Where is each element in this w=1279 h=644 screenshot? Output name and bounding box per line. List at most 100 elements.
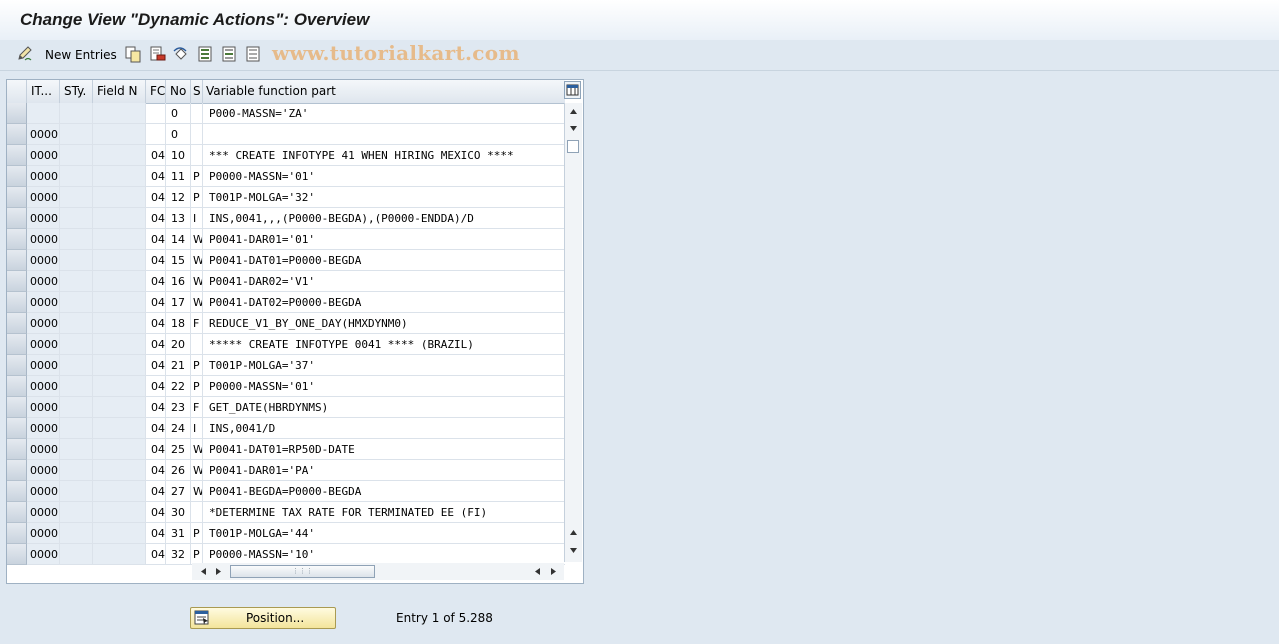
cell-number[interactable]: 11 xyxy=(166,166,191,187)
cell-infotype[interactable]: 0000 xyxy=(27,229,60,250)
cell-variable-function-part[interactable]: P0041-DAT02=P0000-BEGDA xyxy=(203,292,565,313)
row-selector[interactable] xyxy=(7,103,27,124)
table-row[interactable]: 0000 04 16 W P0041-DAR02='V1' xyxy=(7,271,565,292)
cell-function-character[interactable]: 04 xyxy=(146,397,166,418)
scroll-up-arrow-icon[interactable] xyxy=(568,106,579,117)
cell-step[interactable] xyxy=(191,145,203,166)
cell-function-character[interactable]: 04 xyxy=(146,229,166,250)
cell-step[interactable]: W xyxy=(191,481,203,502)
cell-function-character[interactable]: 04 xyxy=(146,502,166,523)
cell-function-character[interactable]: 04 xyxy=(146,208,166,229)
position-button[interactable]: Position... xyxy=(190,607,336,629)
table-row[interactable]: 0000 04 23 F GET_DATE(HBRDYNMS) xyxy=(7,397,565,418)
table-row[interactable]: 0000 04 31 P T001P-MOLGA='44' xyxy=(7,523,565,544)
cell-infotype[interactable]: 0000 xyxy=(27,250,60,271)
row-selector[interactable] xyxy=(7,313,27,334)
cell-number[interactable]: 23 xyxy=(166,397,191,418)
cell-number[interactable]: 10 xyxy=(166,145,191,166)
cell-infotype[interactable]: 0000 xyxy=(27,502,60,523)
cell-infotype[interactable]: 0000 xyxy=(27,523,60,544)
cell-number[interactable]: 32 xyxy=(166,544,191,565)
row-selector[interactable] xyxy=(7,187,27,208)
cell-subtype[interactable] xyxy=(60,292,93,313)
cell-step[interactable] xyxy=(191,334,203,355)
cell-number[interactable]: 18 xyxy=(166,313,191,334)
cell-subtype[interactable] xyxy=(60,376,93,397)
table-row[interactable]: 0000 04 26 W P0041-DAR01='PA' xyxy=(7,460,565,481)
undo-icon[interactable] xyxy=(172,45,190,63)
cell-number[interactable]: 31 xyxy=(166,523,191,544)
row-selector[interactable] xyxy=(7,418,27,439)
cell-function-character[interactable]: 04 xyxy=(146,334,166,355)
cell-variable-function-part[interactable]: P0041-DAR01='PA' xyxy=(203,460,565,481)
row-selector[interactable] xyxy=(7,376,27,397)
table-settings-icon[interactable] xyxy=(564,81,581,99)
column-header-infotype[interactable]: IT... xyxy=(27,80,60,103)
cell-variable-function-part[interactable]: P0000-MASSN='01' xyxy=(203,376,565,397)
column-header-number[interactable]: No xyxy=(166,80,191,103)
cell-step[interactable]: P xyxy=(191,376,203,397)
cell-function-character[interactable]: 04 xyxy=(146,313,166,334)
cell-number[interactable]: 16 xyxy=(166,271,191,292)
column-header-field-name[interactable]: Field N xyxy=(93,80,146,103)
column-header-subtype[interactable]: STy. xyxy=(60,80,93,103)
cell-number[interactable]: 12 xyxy=(166,187,191,208)
cell-subtype[interactable] xyxy=(60,460,93,481)
cell-function-character[interactable]: 04 xyxy=(146,481,166,502)
table-row[interactable]: 0000 04 12 P T001P-MOLGA='32' xyxy=(7,187,565,208)
header-select-all-corner[interactable] xyxy=(7,80,27,103)
cell-variable-function-part[interactable]: T001P-MOLGA='32' xyxy=(203,187,565,208)
table-row[interactable]: 0000 04 14 W P0041-DAR01='01' xyxy=(7,229,565,250)
cell-subtype[interactable] xyxy=(60,124,93,145)
scroll-far-left-arrow-icon[interactable] xyxy=(532,566,543,577)
cell-function-character[interactable]: 04 xyxy=(146,523,166,544)
cell-infotype[interactable]: 0000 xyxy=(27,292,60,313)
cell-step[interactable]: W xyxy=(191,229,203,250)
copy-icon[interactable] xyxy=(124,45,142,63)
cell-function-character[interactable]: 04 xyxy=(146,544,166,565)
table-row[interactable]: 0000 04 15 W P0041-DAT01=P0000-BEGDA xyxy=(7,250,565,271)
cell-infotype[interactable]: 0000 xyxy=(27,166,60,187)
row-selector[interactable] xyxy=(7,166,27,187)
cell-infotype[interactable]: 0000 xyxy=(27,460,60,481)
cell-number[interactable]: 0 xyxy=(166,103,191,124)
cell-number[interactable]: 22 xyxy=(166,376,191,397)
edit-pencil-icon[interactable] xyxy=(16,45,34,63)
cell-variable-function-part[interactable]: P0041-DAT01=P0000-BEGDA xyxy=(203,250,565,271)
cell-infotype[interactable]: 0000 xyxy=(27,355,60,376)
cell-variable-function-part[interactable]: P0041-DAR01='01' xyxy=(203,229,565,250)
cell-field-name[interactable] xyxy=(93,502,146,523)
cell-step[interactable]: W xyxy=(191,460,203,481)
table-row[interactable]: 0000 04 22 P P0000-MASSN='01' xyxy=(7,376,565,397)
cell-field-name[interactable] xyxy=(93,145,146,166)
cell-number[interactable]: 21 xyxy=(166,355,191,376)
table-row[interactable]: 0000 04 25 W P0041-DAT01=RP50D-DATE xyxy=(7,439,565,460)
cell-infotype[interactable]: 0000 xyxy=(27,313,60,334)
cell-field-name[interactable] xyxy=(93,523,146,544)
cell-variable-function-part[interactable] xyxy=(203,124,565,145)
vertical-scrollbar[interactable] xyxy=(564,103,582,562)
scroll-right-arrow-icon[interactable] xyxy=(213,566,224,577)
cell-subtype[interactable] xyxy=(60,208,93,229)
column-header-step[interactable]: S xyxy=(191,80,203,103)
row-selector[interactable] xyxy=(7,481,27,502)
cell-subtype[interactable] xyxy=(60,313,93,334)
column-header-variable-function-part[interactable]: Variable function part xyxy=(203,80,565,103)
cell-variable-function-part[interactable]: P0041-DAR02='V1' xyxy=(203,271,565,292)
cell-step[interactable] xyxy=(191,124,203,145)
row-selector[interactable] xyxy=(7,208,27,229)
cell-variable-function-part[interactable]: T001P-MOLGA='37' xyxy=(203,355,565,376)
cell-number[interactable]: 26 xyxy=(166,460,191,481)
cell-function-character[interactable]: 04 xyxy=(146,292,166,313)
cell-field-name[interactable] xyxy=(93,544,146,565)
cell-subtype[interactable] xyxy=(60,439,93,460)
cell-field-name[interactable] xyxy=(93,250,146,271)
cell-infotype[interactable]: 0000 xyxy=(27,334,60,355)
cell-field-name[interactable] xyxy=(93,460,146,481)
cell-subtype[interactable] xyxy=(60,271,93,292)
select-block-icon[interactable] xyxy=(220,45,238,63)
horizontal-scrollbar[interactable]: ⋮⋮⋮ xyxy=(192,563,564,580)
select-all-icon[interactable] xyxy=(196,45,214,63)
cell-step[interactable]: W xyxy=(191,250,203,271)
cell-subtype[interactable] xyxy=(60,103,93,124)
